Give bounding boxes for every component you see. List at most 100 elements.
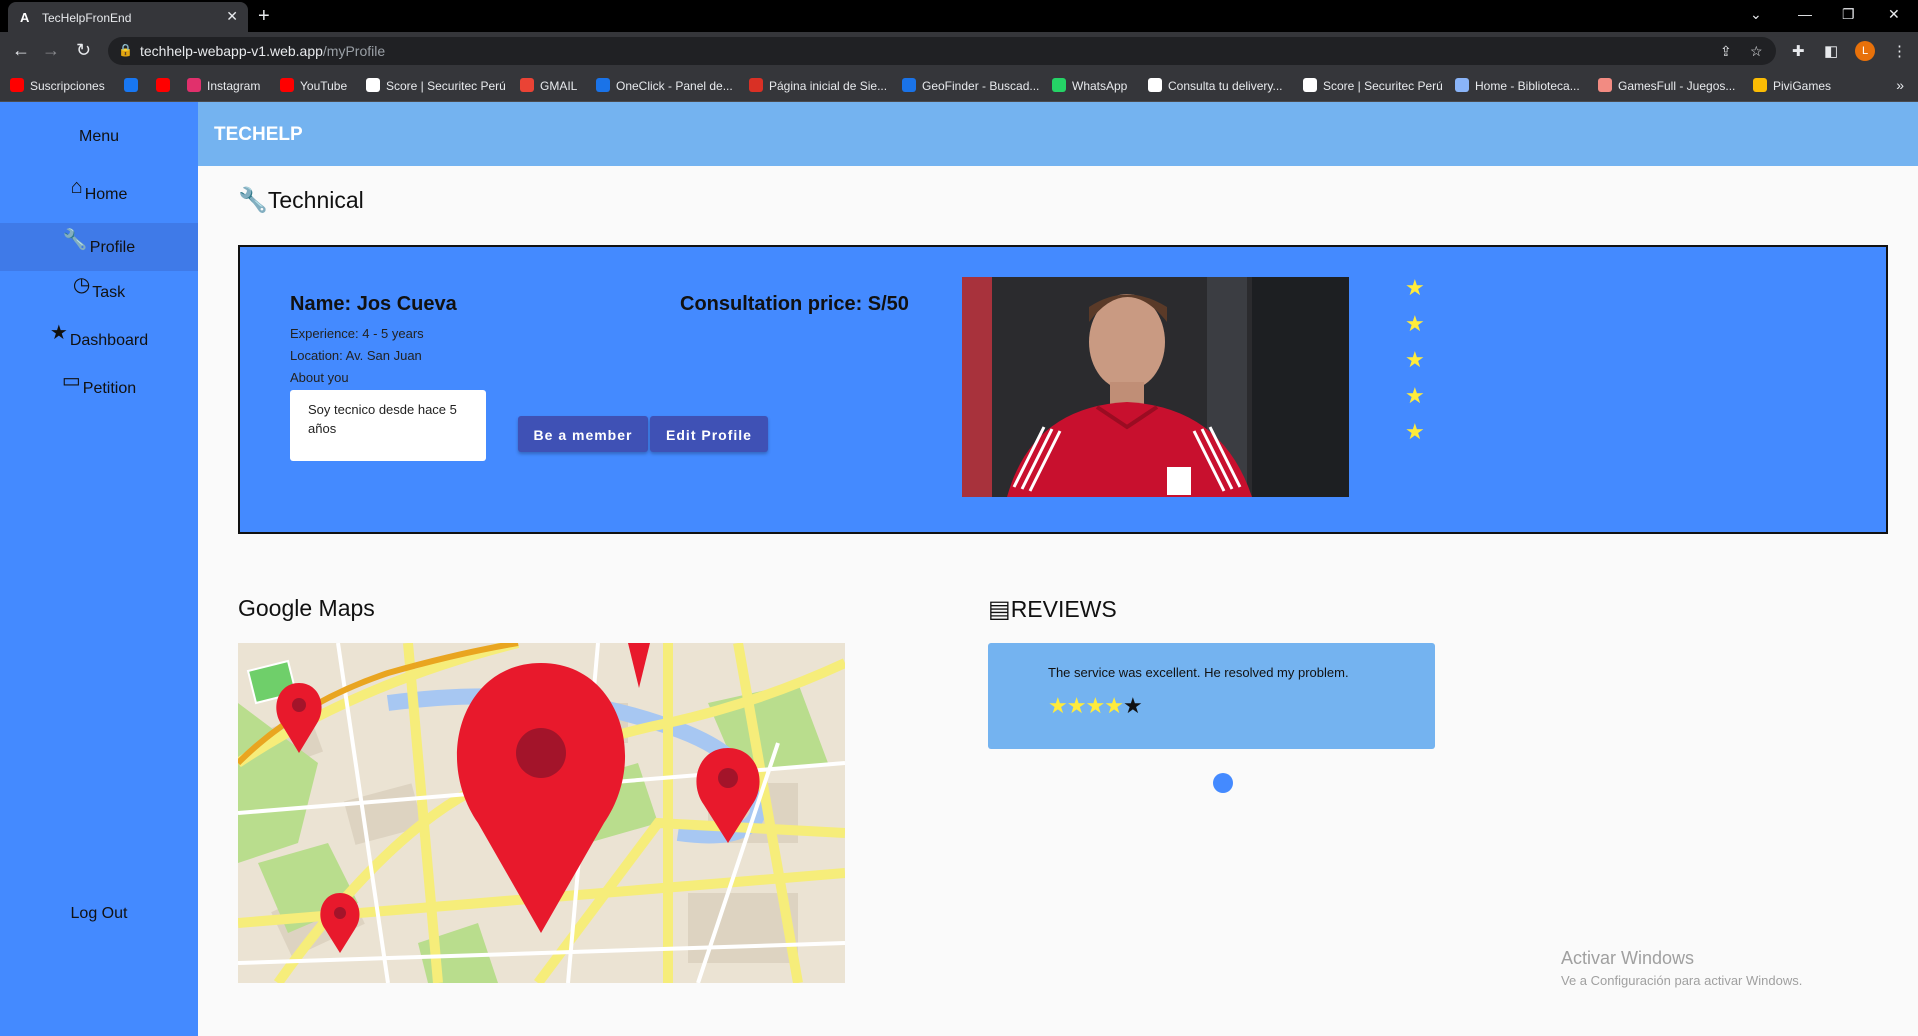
bookmark-favicon-icon: [124, 78, 138, 92]
be-a-member-button[interactable]: Be a member: [518, 416, 648, 452]
nav-item-profile[interactable]: 🔧 Profile: [0, 223, 198, 271]
bookmark-item[interactable]: Score | Securitec Perú: [366, 78, 506, 93]
wrench-icon: 🔧: [238, 187, 268, 214]
technical-section-title: 🔧Technical: [238, 187, 364, 214]
consultation-price: Consultation price: S/50: [680, 293, 909, 315]
wrench-icon: 🔧: [62, 229, 88, 251]
edit-profile-button[interactable]: Edit Profile: [650, 416, 768, 452]
kebab-menu-icon[interactable]: ⋮: [1892, 42, 1907, 60]
browser-tab-strip: A TecHelpFronEnd ✕ + ⌄ — ❐ ✕: [0, 0, 1918, 32]
extensions-icon[interactable]: ✚: [1792, 42, 1805, 60]
bookmark-item[interactable]: GamesFull - Juegos...: [1598, 78, 1735, 93]
empty-star-icon: ★: [1122, 693, 1143, 718]
bookmark-item[interactable]: YouTube: [280, 78, 347, 93]
tab-search-icon[interactable]: ⌄: [1750, 6, 1762, 23]
bookmark-favicon-icon: [902, 78, 916, 92]
tab-title: TecHelpFronEnd: [42, 11, 132, 25]
menu-title: Menu: [78, 128, 120, 145]
home-icon: ⌂: [70, 176, 83, 198]
bookmark-item[interactable]: Página inicial de Sie...: [749, 78, 887, 93]
bookmark-favicon-icon: [10, 78, 24, 92]
bookmark-item[interactable]: Home - Biblioteca...: [1455, 78, 1580, 93]
bookmark-favicon-icon: [596, 78, 610, 92]
share-icon[interactable]: ⇪: [1720, 43, 1732, 60]
clock-icon: ◷: [72, 274, 91, 296]
review-text: The service was excellent. He resolved m…: [1048, 665, 1349, 680]
bookmark-favicon-icon: [1753, 78, 1767, 92]
nav-item-home[interactable]: ⌂ Home: [0, 176, 198, 228]
brand-title: TECHELP: [214, 124, 303, 145]
side-panel-icon[interactable]: ◧: [1824, 42, 1838, 60]
back-icon[interactable]: ←: [12, 40, 30, 61]
tab-close-icon[interactable]: ✕: [226, 8, 238, 25]
rating-star-icon: ★: [1405, 311, 1425, 336]
windows-activation-title: Activar Windows: [1561, 948, 1695, 968]
google-map-image[interactable]: [238, 643, 845, 983]
maps-section-title: Google Maps: [238, 595, 375, 621]
filled-star-icon: ★: [1085, 693, 1105, 718]
logout-button[interactable]: Log Out: [0, 905, 198, 923]
bookmark-favicon-icon: [749, 78, 763, 92]
bookmark-item[interactable]: Instagram: [187, 78, 260, 93]
nav-item-dashboard[interactable]: ★ Dashboard: [0, 322, 198, 372]
address-bar[interactable]: 🔒 techhelp-webapp-v1.web.app/myProfile ⇪…: [108, 37, 1776, 65]
bookmark-item[interactable]: GeoFinder - Buscad...: [902, 78, 1039, 93]
bookmark-item[interactable]: Suscripciones: [10, 78, 105, 93]
filled-star-icon: ★: [1048, 693, 1068, 718]
bookmark-favicon-icon: [366, 78, 380, 92]
bookmark-item[interactable]: GMAIL: [520, 78, 577, 93]
bookmark-favicon-icon: [156, 78, 170, 92]
reload-icon[interactable]: ↻: [76, 40, 91, 61]
about-label: About you: [290, 370, 349, 385]
side-navigation: Menu ⌂ Home 🔧 Profile ◷ Task ★ Dashboard ▭ Pe…: [0, 102, 198, 1036]
inbox-icon: ▭: [61, 370, 81, 392]
bookmark-favicon-icon: [520, 78, 534, 92]
bookmark-item[interactable]: PiviGames: [1753, 78, 1831, 93]
profile-card: Name: Jos Cueva Experience: 4 - 5 years …: [238, 245, 1888, 534]
review-rating-stars: ★★★★★: [1048, 693, 1143, 719]
nav-item-task[interactable]: ◷ Task: [0, 274, 198, 324]
about-text-box: Soy tecnico desde hace 5 años: [290, 390, 486, 461]
filled-star-icon: ★: [1104, 693, 1124, 718]
new-tab-button[interactable]: +: [258, 5, 270, 28]
restore-icon[interactable]: ❐: [1842, 6, 1855, 23]
review-card: The service was excellent. He resolved m…: [988, 643, 1435, 749]
bookmark-favicon-icon: [280, 78, 294, 92]
rating-star-icon: ★: [1405, 419, 1425, 444]
profile-avatar[interactable]: L: [1855, 41, 1875, 61]
forward-icon[interactable]: →: [42, 40, 60, 61]
star-icon: ★: [49, 322, 68, 344]
bookmark-favicon-icon: [187, 78, 201, 92]
bookmark-favicon-icon: [1052, 78, 1066, 92]
bookmarks-overflow-icon[interactable]: »: [1896, 77, 1904, 93]
loading-spinner: [1213, 773, 1233, 793]
window-close-icon[interactable]: ✕: [1888, 6, 1900, 23]
windows-activation-subtitle: Ve a Configuración para activar Windows.: [1561, 973, 1803, 988]
bookmark-item[interactable]: OneClick - Panel de...: [596, 78, 733, 93]
bookmark-star-icon[interactable]: ☆: [1750, 43, 1763, 60]
lock-icon: 🔒: [118, 43, 133, 57]
browser-toolbar: ← → ↻ 🔒 techhelp-webapp-v1.web.app/myPro…: [0, 32, 1918, 70]
bookmarks-bar: Suscripciones Instagram YouTube Score | Sec…: [0, 70, 1918, 102]
bookmark-item[interactable]: [156, 78, 176, 93]
bookmark-favicon-icon: [1148, 78, 1162, 92]
bookmark-favicon-icon: [1455, 78, 1469, 92]
nav-item-petition[interactable]: ▭ Petition: [0, 370, 198, 420]
rating-star-icon: ★: [1405, 275, 1425, 300]
filled-star-icon: ★: [1066, 693, 1087, 718]
bookmark-item[interactable]: Score | Securitec Perú: [1303, 78, 1443, 93]
url-text: techhelp-webapp-v1.web.app/myProfile: [140, 43, 386, 59]
bookmark-favicon-icon: [1598, 78, 1612, 92]
bookmark-item[interactable]: WhatsApp: [1052, 78, 1127, 93]
app-toolbar: TECHELP: [198, 102, 1918, 166]
minimize-icon[interactable]: —: [1798, 6, 1812, 22]
reviews-section-title: ▤REVIEWS: [988, 596, 1117, 623]
browser-tab[interactable]: A TecHelpFronEnd ✕: [8, 2, 248, 32]
technician-name: Name: Jos Cueva: [290, 293, 457, 315]
technician-photo: [962, 277, 1349, 497]
bookmark-item[interactable]: Consulta tu delivery...: [1148, 78, 1283, 93]
bookmark-item[interactable]: [124, 78, 144, 93]
rating-star-icon: ★: [1405, 347, 1425, 372]
comment-icon: ▤: [988, 596, 1011, 623]
rating-star-icon: ★: [1405, 383, 1425, 408]
